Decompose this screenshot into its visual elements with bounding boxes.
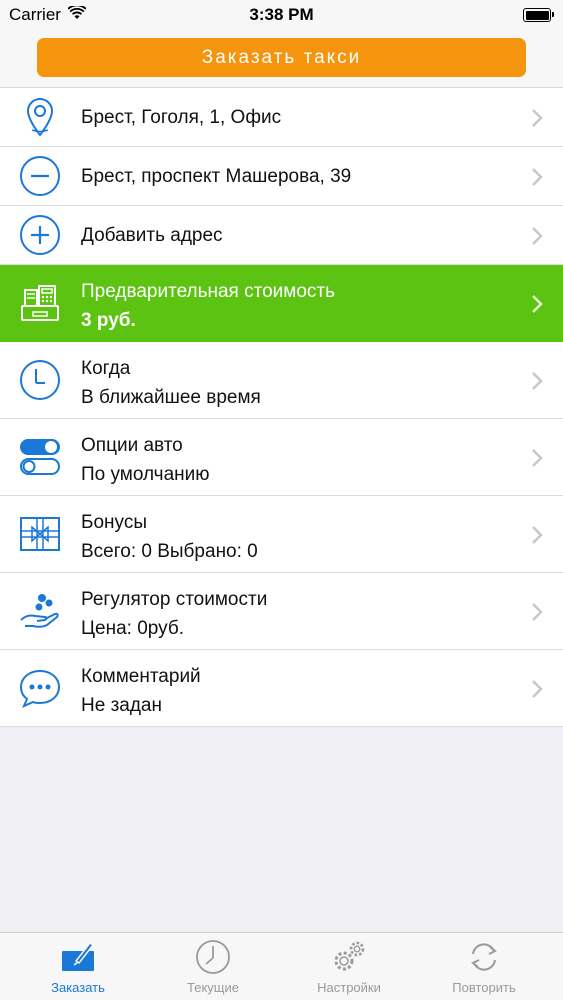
when-row[interactable]: Когда В ближайшее время — [0, 342, 563, 419]
car-options-row[interactable]: Опции авто По умолчанию — [0, 419, 563, 496]
row-title: Брест, проспект Машерова, 39 — [81, 166, 352, 187]
hand-coins-icon — [20, 594, 59, 628]
row-subtitle: Всего: 0 Выбрано: 0 — [81, 541, 258, 562]
row-title: Регулятор стоимости — [81, 589, 268, 610]
address-row-to[interactable]: Брест, проспект Машерова, 39 — [0, 147, 563, 206]
chevron-right-icon — [532, 372, 543, 390]
chevron-right-icon — [532, 227, 543, 245]
row-title: Добавить адрес — [81, 225, 223, 246]
order-taxi-button[interactable]: Заказать такси — [37, 38, 526, 77]
row-title: Бонусы — [81, 512, 147, 533]
chevron-right-icon — [532, 680, 543, 698]
location-pin-icon — [26, 98, 54, 137]
row-subtitle: Цена: 0руб. — [81, 618, 185, 639]
toggle-switches-icon — [20, 439, 60, 475]
bonuses-row[interactable]: Бонусы Всего: 0 Выбрано: 0 — [0, 496, 563, 573]
chevron-right-icon — [532, 526, 543, 544]
estimated-price-row[interactable]: Предварительная стоимость 3 руб. — [0, 265, 563, 342]
tab-current[interactable]: Текущие — [143, 933, 283, 1000]
chat-bubble-icon — [19, 669, 61, 708]
row-subtitle: В ближайшее время — [81, 387, 261, 408]
price-value: 3 руб. — [81, 310, 136, 331]
gears-icon — [334, 941, 365, 971]
status-bar: Carrier 3:38 PM — [0, 0, 563, 30]
chevron-right-icon — [532, 449, 543, 467]
tab-label: Текущие — [187, 980, 239, 995]
row-title: Брест, Гоголя, 1, Офис — [81, 107, 282, 128]
tab-repeat[interactable]: Повторить — [414, 933, 554, 1000]
battery-icon — [523, 8, 554, 22]
row-title: Когда — [81, 358, 131, 379]
screen: Carrier 3:38 PM Заказать такси Брест, Го… — [0, 0, 563, 1000]
tab-label: Заказать — [51, 980, 105, 995]
tab-settings[interactable]: Настройки — [279, 933, 419, 1000]
row-title: Опции авто — [81, 435, 183, 456]
comment-row[interactable]: Комментарий Не задан — [0, 650, 563, 727]
cash-register-icon — [21, 285, 59, 321]
order-options-list: Брест, Гоголя, 1, Офис Брест, проспект М… — [0, 88, 563, 727]
tab-label: Настройки — [317, 980, 381, 995]
order-icon — [62, 941, 95, 971]
gift-icon — [20, 517, 60, 551]
clock-icon — [20, 360, 60, 400]
status-time: 3:38 PM — [249, 5, 314, 24]
repeat-icon — [471, 943, 497, 971]
chevron-right-icon — [532, 603, 543, 621]
tab-label: Повторить — [452, 980, 516, 995]
row-subtitle: Не задан — [81, 695, 162, 716]
tab-order[interactable]: Заказать — [8, 933, 148, 1000]
clock-icon — [196, 940, 230, 974]
chevron-right-icon — [532, 295, 543, 313]
chevron-right-icon — [532, 168, 543, 186]
tab-bar: Заказать Текущие Настройки Повторить — [0, 932, 563, 1000]
chevron-right-icon — [532, 109, 543, 127]
plus-circle-icon — [20, 215, 60, 255]
address-row-from[interactable]: Брест, Гоголя, 1, Офис — [0, 88, 563, 147]
row-subtitle: По умолчанию — [81, 464, 210, 485]
row-title: Комментарий — [81, 666, 201, 687]
minus-circle-icon — [20, 156, 60, 196]
price-regulator-row[interactable]: Регулятор стоимости Цена: 0руб. — [0, 573, 563, 650]
row-title: Предварительная стоимость — [81, 281, 336, 302]
add-address-row[interactable]: Добавить адрес — [0, 206, 563, 265]
order-bar: Заказать такси — [0, 30, 563, 88]
